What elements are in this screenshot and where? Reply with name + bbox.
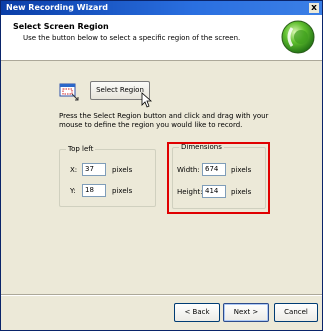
wizard-header: Select Screen Region Use the button belo… [1,15,322,61]
y-input[interactable]: 18 [82,184,106,197]
green-orb-logo-icon [281,20,315,54]
y-unit: pixels [112,187,133,195]
page-subtitle: Use the button below to select a specifi… [23,34,241,42]
next-button[interactable]: Next > [223,303,269,322]
x-label: X: [70,166,78,174]
back-button[interactable]: < Back [174,303,220,322]
mouse-pointer-icon [141,92,153,108]
cancel-button[interactable]: Cancel [274,303,318,322]
title-bar[interactable]: New Recording Wizard x [1,1,322,15]
screen-region-icon [59,83,79,101]
page-title: Select Screen Region [13,22,109,31]
y-label: Y: [70,187,76,195]
x-unit: pixels [112,166,133,174]
window-title: New Recording Wizard [6,3,109,12]
x-input[interactable]: 37 [82,163,106,176]
footer-divider-highlight [1,295,322,296]
instructions-text: Press the Select Region button and click… [59,112,269,129]
dimensions-highlight [167,142,270,214]
top-left-legend: Top left [66,145,96,153]
top-left-group: Top left X: 37 pixels Y: 18 pixels [59,145,156,207]
wizard-content: Select Region Press the Select Region bu… [1,62,322,294]
close-button[interactable]: x [309,3,319,13]
wizard-window: New Recording Wizard x Select Screen Reg… [0,0,323,331]
